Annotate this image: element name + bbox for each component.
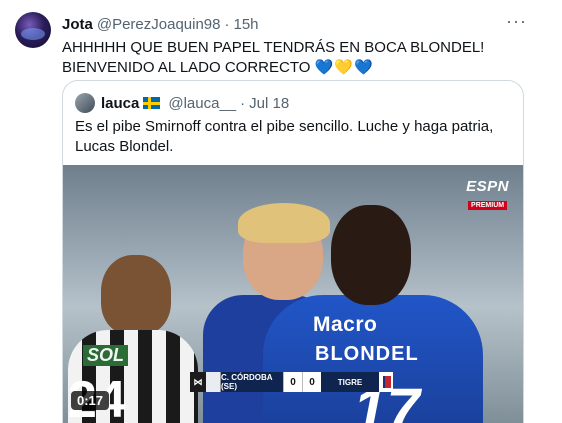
shirt-name: BLONDEL — [315, 343, 419, 365]
espn-logo-text: ESPN — [466, 178, 509, 195]
quote-timestamp: Jul 18 — [249, 94, 290, 112]
away-crest-icon — [379, 372, 393, 392]
video-duration: 0:17 — [71, 391, 110, 410]
scoreboard: ⋈ C. CÓRDOBA (SE) 0 0 TIGRE — [190, 372, 393, 392]
quote-author-handle: @lauca__ — [168, 94, 237, 112]
player-blondel — [331, 205, 411, 305]
away-score: 0 — [302, 372, 321, 392]
yellow-heart-icon: 💛 — [334, 59, 354, 76]
quote-header: lauca @lauca__ · Jul 18 — [75, 93, 289, 113]
espn-premium-badge: PREMIUM — [468, 201, 508, 210]
quoted-tweet[interactable]: lauca @lauca__ · Jul 18 Es el pibe Smirn… — [62, 80, 524, 423]
sweden-flag-icon — [143, 97, 161, 109]
blue-heart-icon: 💙 — [353, 59, 374, 76]
avatar-glow — [21, 28, 45, 40]
player-middle-hair — [238, 203, 330, 243]
quote-avatar — [75, 93, 95, 113]
quote-author-name: lauca — [101, 94, 140, 112]
author-handle[interactable]: @PerezJoaquin98 — [97, 16, 221, 33]
shirt-sponsor: Macro — [313, 313, 378, 336]
tweet-text: AHHHHH QUE BUEN PAPEL TENDRÁS EN BOCA BL… — [62, 38, 532, 78]
video-player[interactable]: SOL 24 Macro BLONDEL 17 ESPN PREMIUM ⋈ C… — [63, 165, 523, 423]
away-team: TIGRE — [321, 372, 379, 392]
separator: · — [224, 15, 230, 33]
home-score: 0 — [283, 372, 302, 392]
timestamp[interactable]: 15h — [233, 16, 258, 33]
author-name[interactable]: Jota — [62, 16, 93, 33]
avatar[interactable] — [15, 12, 51, 48]
home-crest-icon — [206, 372, 221, 392]
league-icon: ⋈ — [190, 372, 206, 392]
left-shirt-sponsor: SOL — [83, 345, 129, 366]
blue-heart-icon: 💙 — [314, 59, 335, 76]
espn-logo: ESPN PREMIUM — [466, 179, 509, 212]
home-team: C. CÓRDOBA (SE) — [221, 372, 283, 392]
more-options-icon[interactable]: ··· — [506, 12, 527, 30]
separator: · — [240, 94, 246, 112]
quote-text: Es el pibe Smirnoff contra el pibe senci… — [75, 118, 494, 155]
tweet[interactable]: Jota @PerezJoaquin98 · 15h ··· AHHHHH QU… — [0, 0, 562, 423]
tweet-text-body: AHHHHH QUE BUEN PAPEL TENDRÁS EN BOCA BL… — [62, 39, 485, 76]
player-left — [101, 255, 171, 335]
heart-emojis: 💙💛💙 — [315, 59, 374, 76]
tweet-header: Jota @PerezJoaquin98 · 15h — [62, 14, 259, 34]
